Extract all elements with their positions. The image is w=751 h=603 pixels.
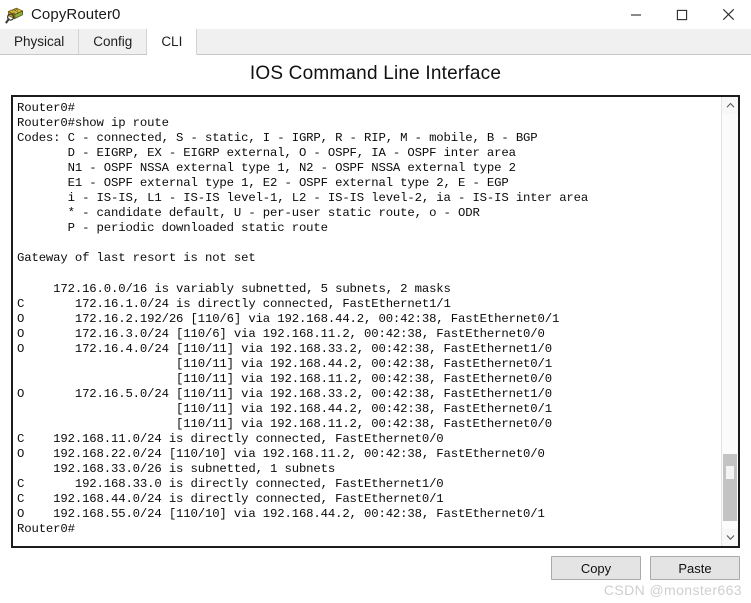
chevron-down-icon[interactable] (722, 529, 738, 546)
router-money-icon: S (5, 5, 25, 25)
terminal-line: i - IS-IS, L1 - IS-IS level-1, L2 - IS-I… (17, 191, 589, 206)
paste-button[interactable]: Paste (650, 556, 740, 580)
terminal-line: Gateway of last resort is not set (17, 251, 256, 266)
window-controls (613, 0, 751, 29)
terminal-line: 192.168.33.0/26 is subnetted, 1 subnets (17, 462, 336, 477)
tab-bar: Physical Config CLI (0, 29, 751, 55)
cli-window: S CopyRouter0 Physical Config CLI IOS Co… (0, 0, 751, 603)
copy-button[interactable]: Copy (551, 556, 641, 580)
terminal-line: Router0# (17, 522, 75, 537)
terminal-line: D - EIGRP, EX - EIGRP external, O - OSPF… (17, 146, 516, 161)
terminal-line: O 192.168.22.0/24 [110/10] via 192.168.1… (17, 447, 545, 462)
tab-cli[interactable]: CLI (147, 29, 198, 55)
terminal-line: O 172.16.4.0/24 [110/11] via 192.168.33.… (17, 341, 552, 356)
scrollbar-thumb-mark (726, 466, 734, 480)
watermark: CSDN @monster663 (603, 582, 742, 598)
tab-physical[interactable]: Physical (0, 29, 80, 54)
terminal-line: [110/11] via 192.168.11.2, 00:42:38, Fas… (17, 416, 552, 431)
terminal-line: N1 - OSPF NSSA external type 1, N2 - OSP… (17, 161, 516, 176)
terminal-panel: Router0# Router0#show ip route Codes: C - … (11, 95, 740, 548)
maximize-button[interactable] (659, 0, 705, 29)
chevron-up-icon[interactable] (722, 97, 738, 114)
minimize-button[interactable] (613, 0, 659, 29)
tab-config-label: Config (93, 34, 133, 49)
terminal-line: O 172.16.3.0/24 [110/6] via 192.168.11.2… (17, 326, 545, 341)
terminal-line: [110/11] via 192.168.11.2, 00:42:38, Fas… (17, 371, 552, 386)
terminal-scrollbar[interactable] (721, 97, 738, 546)
terminal-line: Codes: C - connected, S - static, I - IG… (17, 131, 538, 146)
tab-bar-filler (197, 29, 751, 54)
terminal-line: [110/11] via 192.168.44.2, 00:42:38, Fas… (17, 401, 552, 416)
action-buttons: Copy Paste (551, 556, 740, 580)
terminal-line: * - candidate default, U - per-user stat… (17, 206, 480, 221)
terminal-line: [110/11] via 192.168.44.2, 00:42:38, Fas… (17, 356, 552, 371)
title-bar: S CopyRouter0 (0, 0, 751, 29)
window-title: CopyRouter0 (31, 6, 121, 23)
terminal-line: C 192.168.33.0 is directly connected, Fa… (17, 477, 444, 492)
terminal-line: Router0# (17, 101, 75, 115)
terminal-line: 172.16.0.0/16 is variably subnetted, 5 s… (17, 281, 451, 296)
tab-config[interactable]: Config (79, 29, 148, 54)
tab-cli-label: CLI (161, 34, 183, 49)
terminal-line: O 172.16.5.0/24 [110/11] via 192.168.33.… (17, 386, 552, 401)
terminal-line: E1 - OSPF external type 1, E2 - OSPF ext… (17, 176, 509, 191)
terminal-line: C 172.16.1.0/24 is directly connected, F… (17, 296, 451, 311)
close-button[interactable] (705, 0, 751, 29)
terminal-line: Router0#show ip route (17, 116, 169, 131)
terminal-line: O 192.168.55.0/24 [110/10] via 192.168.4… (17, 507, 545, 522)
terminal-output[interactable]: Router0# Router0#show ip route Codes: C - … (13, 97, 721, 546)
scrollbar-track[interactable] (722, 114, 738, 529)
terminal-line: O 172.16.2.192/26 [110/6] via 192.168.44… (17, 311, 560, 326)
terminal-line: C 192.168.11.0/24 is directly connected,… (17, 432, 444, 447)
terminal-line: P - periodic downloaded static route (17, 221, 328, 236)
svg-text:S: S (14, 9, 17, 14)
scrollbar-thumb[interactable] (723, 454, 737, 521)
terminal-line: C 192.168.44.0/24 is directly connected,… (17, 492, 444, 507)
tab-physical-label: Physical (14, 34, 65, 49)
page-title: IOS Command Line Interface (249, 63, 502, 84)
page-heading: IOS Command Line Interface (0, 56, 751, 92)
